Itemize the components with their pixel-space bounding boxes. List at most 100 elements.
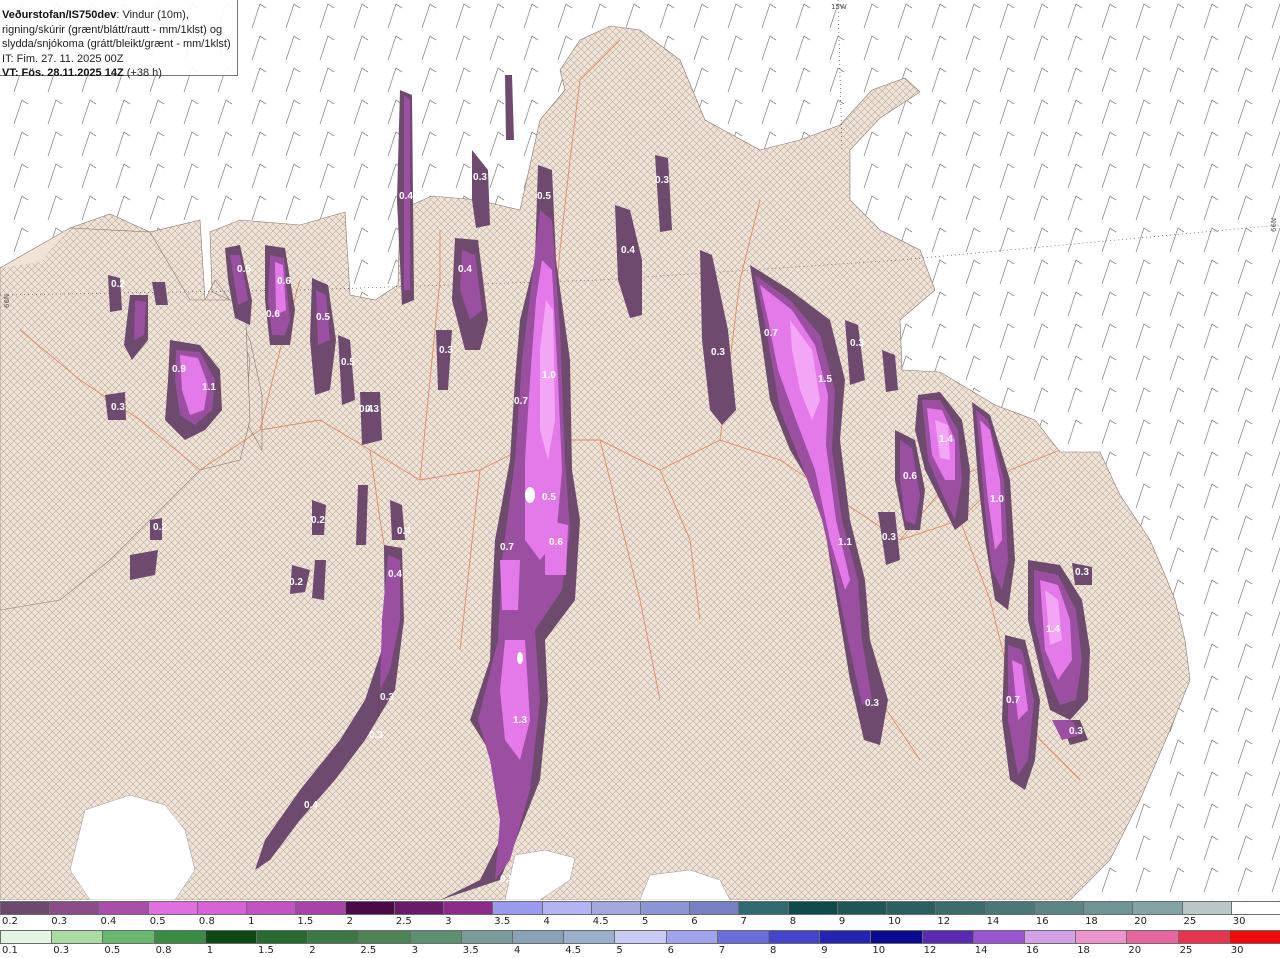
coord-label-top: 15W <box>831 3 847 11</box>
legend-rain-swatch <box>307 930 360 944</box>
legend-rain-swatch <box>0 930 53 944</box>
precip-value-label: 1.0 <box>542 370 556 381</box>
legend-snow-swatch <box>147 901 198 915</box>
legend-snow-tick-label: 2.5 <box>395 916 412 927</box>
product-description: : Vindur (10m), <box>116 9 189 21</box>
legend-rain-tick-label: 25 <box>1179 945 1193 956</box>
legend-rain-swatch <box>716 930 769 944</box>
legend-snow-scale: 0.2 0.3 0.4 0.5 0.8 1 1.5 2 2.5 3 3.5 4 4.5 5 6 7 8 9 10 12… <box>0 900 1280 929</box>
legend-snow-swatch <box>344 901 395 915</box>
legend-snow-swatch <box>1132 901 1183 915</box>
precip-value-label: 0.3 <box>1075 567 1089 578</box>
legend-snow-tick-label: 0.5 <box>149 916 166 927</box>
precip-value-label: 0.3 <box>711 347 725 358</box>
legend-rain-tick-label: 9 <box>821 945 828 956</box>
legend-rain-tick-label: 4 <box>514 945 521 956</box>
legend-snow-tick-label: 0.3 <box>51 916 68 927</box>
precip-value-label: 1.5 <box>818 374 832 385</box>
precip-value-label: 1.1 <box>202 382 216 393</box>
precip-value-label: 0.6 <box>266 309 280 320</box>
legend-snow-tick-label: 1 <box>248 916 255 927</box>
precip-value-label: 0.2 <box>153 522 167 533</box>
legend-snow-swatch <box>886 901 937 915</box>
legend-rain-tick-label: 2.5 <box>360 945 377 956</box>
legend-snow-tick-label: 16 <box>1035 916 1049 927</box>
legend-snow-tick-label: 3.5 <box>494 916 511 927</box>
legend-snow-swatch <box>246 901 297 915</box>
precip-value-label: 0.2 <box>311 515 325 526</box>
legend-rain-tick-label: 0.3 <box>53 945 70 956</box>
legend-rain-swatch <box>768 930 821 944</box>
precip-value-label: 0.9 <box>172 364 186 375</box>
legend-snow-swatch <box>836 901 888 915</box>
legend-snow-swatch <box>1181 901 1232 915</box>
legend-rain-swatch <box>102 930 155 944</box>
legend-rain-swatch <box>358 930 411 944</box>
legend-rain-tick-label: 1 <box>206 945 214 956</box>
legend-snow-swatch <box>1230 901 1280 915</box>
precip-value-label: 0.3 <box>655 175 669 186</box>
legend-rain-swatch <box>870 930 923 944</box>
legend-rain-swatch <box>256 930 309 944</box>
legend-rain-tick-label: 20 <box>1128 945 1142 956</box>
precip-value-label: 0.7 <box>514 396 528 407</box>
valid-time: VT: Fös. 28.11.2025 14Z <box>2 67 124 79</box>
map-header-info: Veðurstofan/IS750dev: Vindur (10m), rign… <box>0 0 238 79</box>
legend-snow-tick-label: 4 <box>543 916 550 927</box>
legend-snow-tick-label: 2 <box>346 916 353 927</box>
weather-map: 0.4 0.4 0.3 0.3 0.5 0.6 0.6 0.5 0.5 0.4 0.3 1.0 0.7 0… <box>0 0 1280 900</box>
legend-rain-swatch <box>512 930 565 944</box>
precip-value-label: 0.3 <box>850 338 864 349</box>
legend-rain-tick-label: 3.5 <box>462 945 479 956</box>
precip-value-label: 0.5 <box>341 357 355 368</box>
legend-snow-swatch <box>98 901 149 915</box>
legend-snow-tick-label: 30 <box>1232 916 1246 927</box>
precip-value-label: 0.3 <box>111 402 125 413</box>
legend-rain-swatch <box>1024 930 1077 944</box>
legend-rain-tick-label: 30 <box>1230 945 1244 956</box>
precip-value-label: 1.1 <box>838 537 852 548</box>
legend-rain-swatch <box>921 930 974 944</box>
precip-value-label: 0.6 <box>549 537 563 548</box>
legend-rain-swatch <box>614 930 667 944</box>
precip-value-label: 0.6 <box>903 471 917 482</box>
legend-snow-tick-label: 0.2 <box>2 916 18 927</box>
legend-snow-tick-label: 4.5 <box>592 916 609 927</box>
precip-value-label: 0.5 <box>316 312 330 323</box>
precip-value-label: 0.7 <box>1006 695 1020 706</box>
legend-rain-swatch <box>51 930 104 944</box>
precip-value-label: 0.6 <box>277 276 291 287</box>
legend-rain-swatch <box>972 930 1025 944</box>
legend-rain-tick-label: 3 <box>411 945 418 956</box>
precip-value-label: 0.7 <box>500 542 514 553</box>
legend-rain-swatch <box>409 930 462 944</box>
legend-rain-tick-label: 4.5 <box>565 945 582 956</box>
legend-snow-tick-label: 5 <box>642 916 649 927</box>
legend-rain-tick-label: 5 <box>616 945 623 956</box>
legend-snow-swatch <box>393 901 445 915</box>
legend-rain-tick-label: 0.8 <box>155 945 172 956</box>
legend-rain-tick-label: 14 <box>974 945 988 956</box>
legend-snow-swatch <box>443 901 494 915</box>
legend-snow-swatch <box>984 901 1035 915</box>
legend-rain-swatch <box>1177 930 1230 944</box>
legend-rain-swatch <box>563 930 616 944</box>
precip-value-label: 0.5 <box>500 874 514 885</box>
legend-snow-swatch <box>0 901 51 915</box>
valid-time-line: VT: Fös. 28.11.2025 14Z (+38 h) <box>2 66 237 81</box>
init-time: IT: Fim. 27. 11. 2025 00Z <box>2 52 124 65</box>
legend-snow-tick-label: 18 <box>1085 916 1098 927</box>
legend-rain-tick-label: 0.1 <box>2 945 18 956</box>
header-line-1: Veðurstofan/IS750dev: Vindur (10m), <box>2 8 237 23</box>
precip-value-label: 0.3 <box>369 730 383 741</box>
legend-snow-swatch <box>738 901 789 915</box>
legend-rain-swatch <box>1075 930 1128 944</box>
legend-rain-tick-label: 0.5 <box>104 945 121 956</box>
legend-rain-swatch <box>153 930 206 944</box>
legend-snow-tick-label: 6 <box>691 916 698 927</box>
legend-snow-swatch <box>640 901 691 915</box>
precip-value-label: 0.4 <box>458 264 472 275</box>
legend-rain-swatch <box>460 930 513 944</box>
legend-snow-tick-label: 0.4 <box>100 916 117 927</box>
legend-snow-swatch <box>1033 901 1085 915</box>
